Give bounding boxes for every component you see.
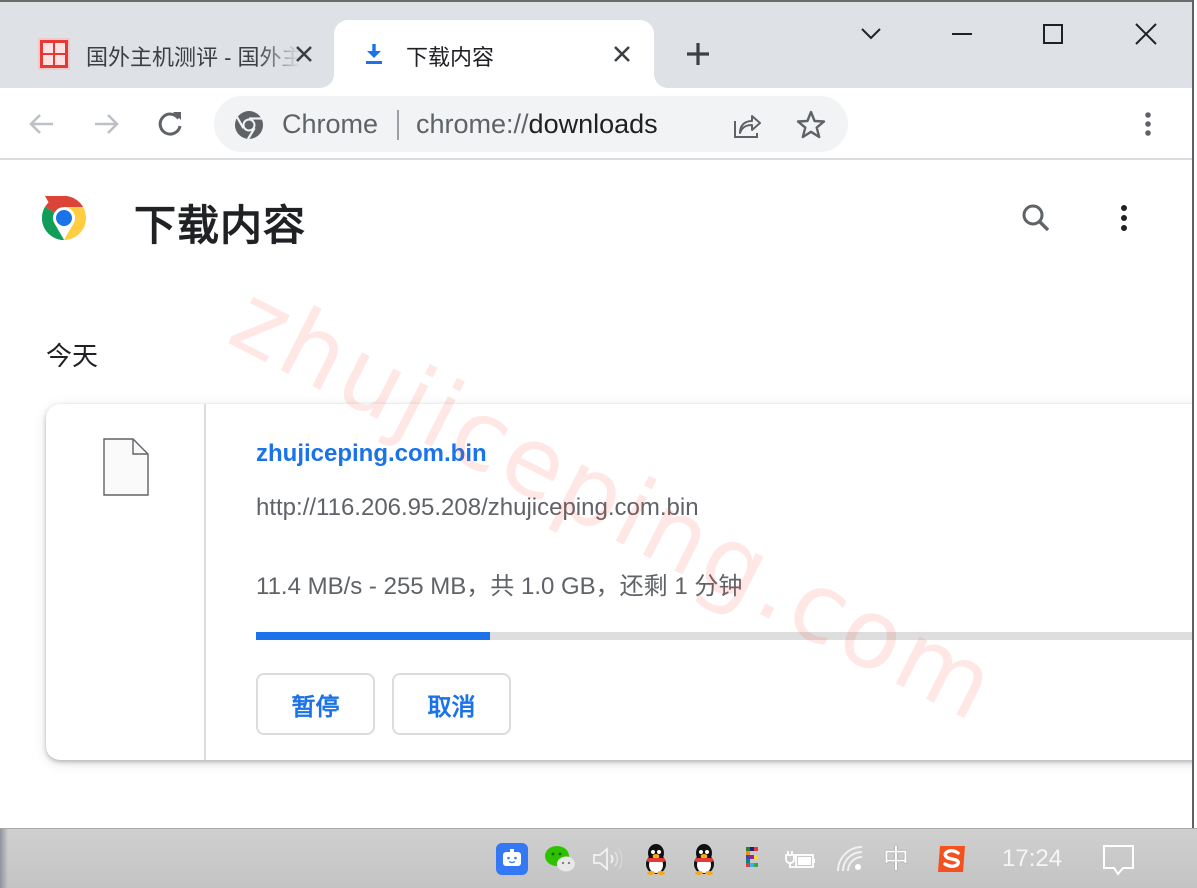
downloads-page: 下载内容 今天 zhujiceping.com.bin http://116.2…	[0, 162, 1193, 828]
tab-zhujiceping[interactable]: 国外主机测评 - 国外主机测评	[20, 20, 330, 88]
volume-icon[interactable]	[592, 843, 624, 875]
search-icon[interactable]	[1016, 198, 1056, 238]
date-section-label: 今天	[46, 341, 99, 371]
tab-strip: 国外主机测评 - 国外主机测评 下载内容	[0, 2, 1193, 88]
ime-chinese-icon[interactable]: 中	[880, 843, 912, 875]
address-bar[interactable]: Chrome chrome://downloads	[214, 96, 848, 152]
file-icon	[103, 438, 149, 496]
file-name-link[interactable]: zhujiceping.com.bin	[256, 440, 487, 468]
cancel-button[interactable]: 取消	[392, 673, 511, 735]
qq-icon[interactable]	[640, 843, 672, 875]
page-title: 下载内容	[134, 202, 307, 249]
download-icon	[362, 42, 386, 66]
download-progress-bar	[256, 632, 1192, 640]
taskbar: 中 17:24	[0, 828, 1197, 888]
wechat-icon[interactable]	[544, 843, 576, 875]
file-source-url[interactable]: http://116.206.95.208/zhujiceping.com.bi…	[256, 494, 699, 522]
close-icon[interactable]	[610, 42, 634, 66]
chrome-logo-icon	[40, 194, 88, 242]
arrow-right-icon[interactable]	[88, 106, 124, 142]
url-text[interactable]: chrome://downloads	[416, 109, 658, 140]
more-vertical-icon[interactable]	[1106, 198, 1142, 238]
qq-icon[interactable]	[688, 843, 720, 875]
more-vertical-icon[interactable]	[1130, 106, 1166, 142]
close-icon[interactable]	[292, 42, 316, 66]
download-item: zhujiceping.com.bin http://116.206.95.20…	[46, 404, 1193, 760]
download-progress-fill	[256, 632, 490, 640]
browser-window: 国外主机测评 - 国外主机测评 下载内容	[0, 0, 1193, 828]
tab-title: 国外主机测评 - 国外主机测评	[86, 45, 300, 70]
site-label: Chrome	[282, 109, 379, 139]
sogou-input-icon[interactable]	[936, 843, 968, 875]
file-icon-column	[46, 404, 206, 760]
url-host: downloads	[528, 109, 658, 139]
pause-button[interactable]: 暂停	[256, 673, 375, 735]
assistant-icon[interactable]	[496, 843, 528, 875]
tab-downloads[interactable]: 下载内容	[334, 20, 654, 88]
wifi-icon[interactable]	[834, 843, 866, 875]
close-icon[interactable]	[1128, 16, 1164, 52]
site-favicon-icon	[38, 38, 70, 70]
plus-icon[interactable]	[682, 38, 714, 70]
chrome-icon	[234, 110, 264, 140]
chevron-down-icon[interactable]	[853, 16, 889, 52]
download-status: 11.4 MB/s - 255 MB，共 1.0 GB，还剩 1 分钟	[256, 573, 743, 600]
window-border	[1192, 0, 1197, 828]
arrow-left-icon[interactable]	[24, 106, 60, 142]
maximize-icon[interactable]	[1035, 16, 1071, 52]
power-plug-battery-icon[interactable]	[784, 843, 816, 875]
minimize-icon[interactable]	[944, 16, 980, 52]
clock[interactable]: 17:24	[1002, 845, 1062, 873]
color-grid-app-icon[interactable]	[740, 843, 772, 875]
omnibox-divider	[397, 110, 399, 140]
reload-icon[interactable]	[152, 106, 188, 142]
taskbar-edge	[0, 829, 8, 888]
star-icon[interactable]	[794, 108, 828, 142]
toolbar: Chrome chrome://downloads	[0, 88, 1193, 160]
url-scheme: chrome://	[416, 109, 529, 139]
notification-icon[interactable]	[1102, 843, 1136, 877]
share-icon[interactable]	[730, 108, 764, 142]
tab-title: 下载内容	[406, 45, 495, 70]
